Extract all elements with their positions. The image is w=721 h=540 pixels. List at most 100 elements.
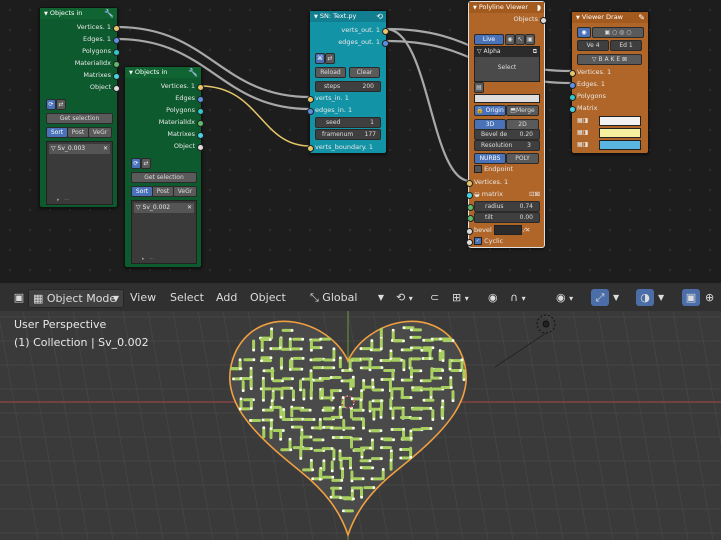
node-header[interactable]: ▼ Objects in 🔧 (40, 8, 117, 19)
node-header[interactable]: ▼ Viewer Draw ✎ (572, 12, 648, 23)
bevel-depth-field[interactable]: Bevel de 0.20 (474, 129, 540, 140)
socket[interactable] (569, 105, 576, 113)
eye-icon[interactable]: ◉ (577, 27, 591, 38)
menu-select[interactable]: Select (170, 289, 204, 306)
steps-field[interactable]: steps 200 (315, 81, 381, 92)
checkbox-icon[interactable]: ✓ (474, 237, 482, 245)
socket[interactable] (466, 227, 473, 235)
wrench-icon[interactable]: 🔧 (104, 8, 114, 19)
socket[interactable] (466, 179, 473, 187)
get-selection-button[interactable]: Get selection (46, 113, 113, 124)
editor-type-icon[interactable]: ▣ (12, 289, 26, 306)
node-options-icon[interactable]: ◗ (537, 2, 541, 13)
socket[interactable] (467, 215, 474, 222)
collapse-arrow-icon[interactable]: ▼ (473, 5, 477, 11)
socket[interactable] (569, 93, 576, 101)
edge-color-swatch[interactable] (599, 128, 641, 138)
cyclic-checkbox[interactable]: ✓ Cyclic (466, 235, 503, 247)
render-icon[interactable]: ▣ (525, 34, 535, 45)
merge-toggle[interactable]: ⬒Merge (506, 105, 539, 116)
objects-in-node-1[interactable]: ▼ Objects in 🔧 Vertices. 1 Edges. 1 Polygo… (39, 7, 120, 208)
edge-width-field[interactable]: Ed 1 (610, 40, 642, 51)
socket[interactable] (466, 238, 473, 246)
name-panel[interactable]: ▽ Alpha ⧉ Select (474, 46, 540, 82)
node-editor[interactable]: ▼ Objects in 🔧 Vertices. 1 Edges. 1 Polygo… (0, 0, 721, 283)
3d-viewport[interactable]: User Perspective (1) Collection | Sv_0.0… (0, 311, 721, 540)
display-modes-icon[interactable]: ▣ ○ ◎ ○ (592, 27, 644, 38)
socket[interactable] (540, 16, 547, 24)
framenum-field[interactable]: framenum 177 (315, 129, 381, 140)
menu-add[interactable]: Add (216, 289, 237, 306)
menu-view[interactable]: View (130, 289, 156, 306)
socket[interactable] (197, 95, 204, 103)
get-selection-button[interactable]: Get selection (131, 172, 197, 183)
bake-button[interactable]: ▽ B A K E ⊠ (577, 54, 642, 65)
link-icon[interactable]: ⇄ (56, 99, 66, 110)
script-reload-icon[interactable]: ⟲ (376, 11, 383, 22)
socket[interactable] (307, 107, 314, 115)
close-icon[interactable]: ✕ (103, 144, 108, 154)
socket[interactable] (307, 95, 314, 103)
vertex-color-row[interactable]: ▦◨ (577, 116, 641, 126)
collapse-arrow-icon[interactable]: ▼ (44, 11, 48, 17)
object-list[interactable]: ▽ Sv_0.003 ✕ ▸ ⋯ (46, 141, 113, 205)
socket[interactable] (569, 69, 576, 77)
collapse-arrow-icon[interactable]: ▼ (314, 14, 318, 20)
socket[interactable] (113, 36, 120, 44)
live-toggle[interactable]: Live (474, 34, 504, 45)
visibility-icon[interactable]: ◉ ▾ (556, 289, 584, 306)
select-arrow-icon[interactable]: ↖ (515, 34, 525, 45)
gizmo-dropdown-icon[interactable]: ▼ (613, 289, 625, 306)
post-toggle[interactable]: Post (67, 127, 89, 138)
socket[interactable] (307, 144, 314, 152)
socket[interactable] (197, 107, 204, 115)
pencil-icon[interactable]: ✎ (638, 12, 645, 23)
link-icon[interactable]: ⇄ (325, 53, 335, 64)
edge-display-icon[interactable]: ▦◨ (577, 129, 588, 136)
socket[interactable] (382, 39, 389, 47)
vegr-toggle[interactable]: VeGr (88, 127, 112, 138)
seed-field[interactable]: seed 1 (315, 117, 381, 128)
wrench-icon[interactable]: 🔧 (188, 67, 198, 78)
color-swatch[interactable] (474, 94, 540, 103)
refresh-icon[interactable]: ⟳ (46, 99, 56, 110)
select-button[interactable]: Select (475, 57, 539, 79)
wireframe-shading-icon[interactable]: ⊕ (705, 289, 721, 306)
node-header[interactable]: ▼ SN: Text.py ⟲ (310, 11, 386, 22)
socket[interactable] (113, 72, 120, 80)
overlays-dropdown-icon[interactable]: ▼ (658, 289, 670, 306)
socket[interactable] (113, 84, 120, 92)
proportional-edit-icon[interactable]: ◉ (488, 289, 506, 306)
socket[interactable] (466, 191, 473, 199)
script-icon[interactable]: ⌘ (315, 53, 325, 64)
refresh-icon[interactable]: ⟳ (131, 158, 141, 169)
snap-target-icon[interactable]: ⊞ ▾ (452, 289, 478, 306)
alpha-name[interactable]: Alpha (484, 48, 501, 55)
post-toggle[interactable]: Post (152, 186, 174, 197)
xray-icon[interactable]: ▣ (682, 289, 700, 306)
socket[interactable] (382, 27, 389, 35)
hide-icon[interactable]: ◉ (505, 34, 515, 45)
overlays-icon[interactable]: ◑ (636, 289, 654, 306)
resize-dots[interactable]: ▸ ⋯ (142, 256, 154, 262)
radius-field[interactable]: radius 0.74 (467, 201, 540, 212)
node-header[interactable]: ▼ Objects in 🔧 (125, 67, 201, 78)
bevel-object-field[interactable] (493, 225, 522, 235)
socket[interactable] (197, 143, 204, 151)
object-list[interactable]: ▽ Sv_0.002 ✕ ▸ ⋯ (131, 200, 197, 264)
pivot-point-icon[interactable]: ⟲ ▾ (396, 289, 424, 306)
edge-color-row[interactable]: ▦◨ (577, 128, 641, 138)
collapse-arrow-icon[interactable]: ▼ (129, 70, 133, 76)
reload-button[interactable]: Reload (315, 67, 346, 78)
list-item[interactable]: ▽ Sv_0.002 ✕ (134, 203, 194, 213)
falloff-icon[interactable]: ∩ ▾ (510, 289, 532, 306)
vertex-size-field[interactable]: Ve 4 (577, 40, 609, 51)
list-item[interactable]: ▽ Sv_0.003 ✕ (49, 144, 110, 154)
socket[interactable] (467, 204, 474, 211)
sort-toggle[interactable]: Sort (131, 186, 153, 197)
face-color-swatch[interactable] (599, 140, 641, 150)
face-color-row[interactable]: ▦◨ (577, 140, 641, 150)
polyline-viewer-node[interactable]: ▼ Polyline Viewer ◗ Objects Live ◉ ↖ ▣ ▽ A… (466, 1, 547, 248)
transform-orientation-dropdown[interactable]: ⤡ Global ▼ (310, 289, 386, 306)
mode-dropdown[interactable]: ▦ Object Mode ▼ (28, 289, 124, 308)
